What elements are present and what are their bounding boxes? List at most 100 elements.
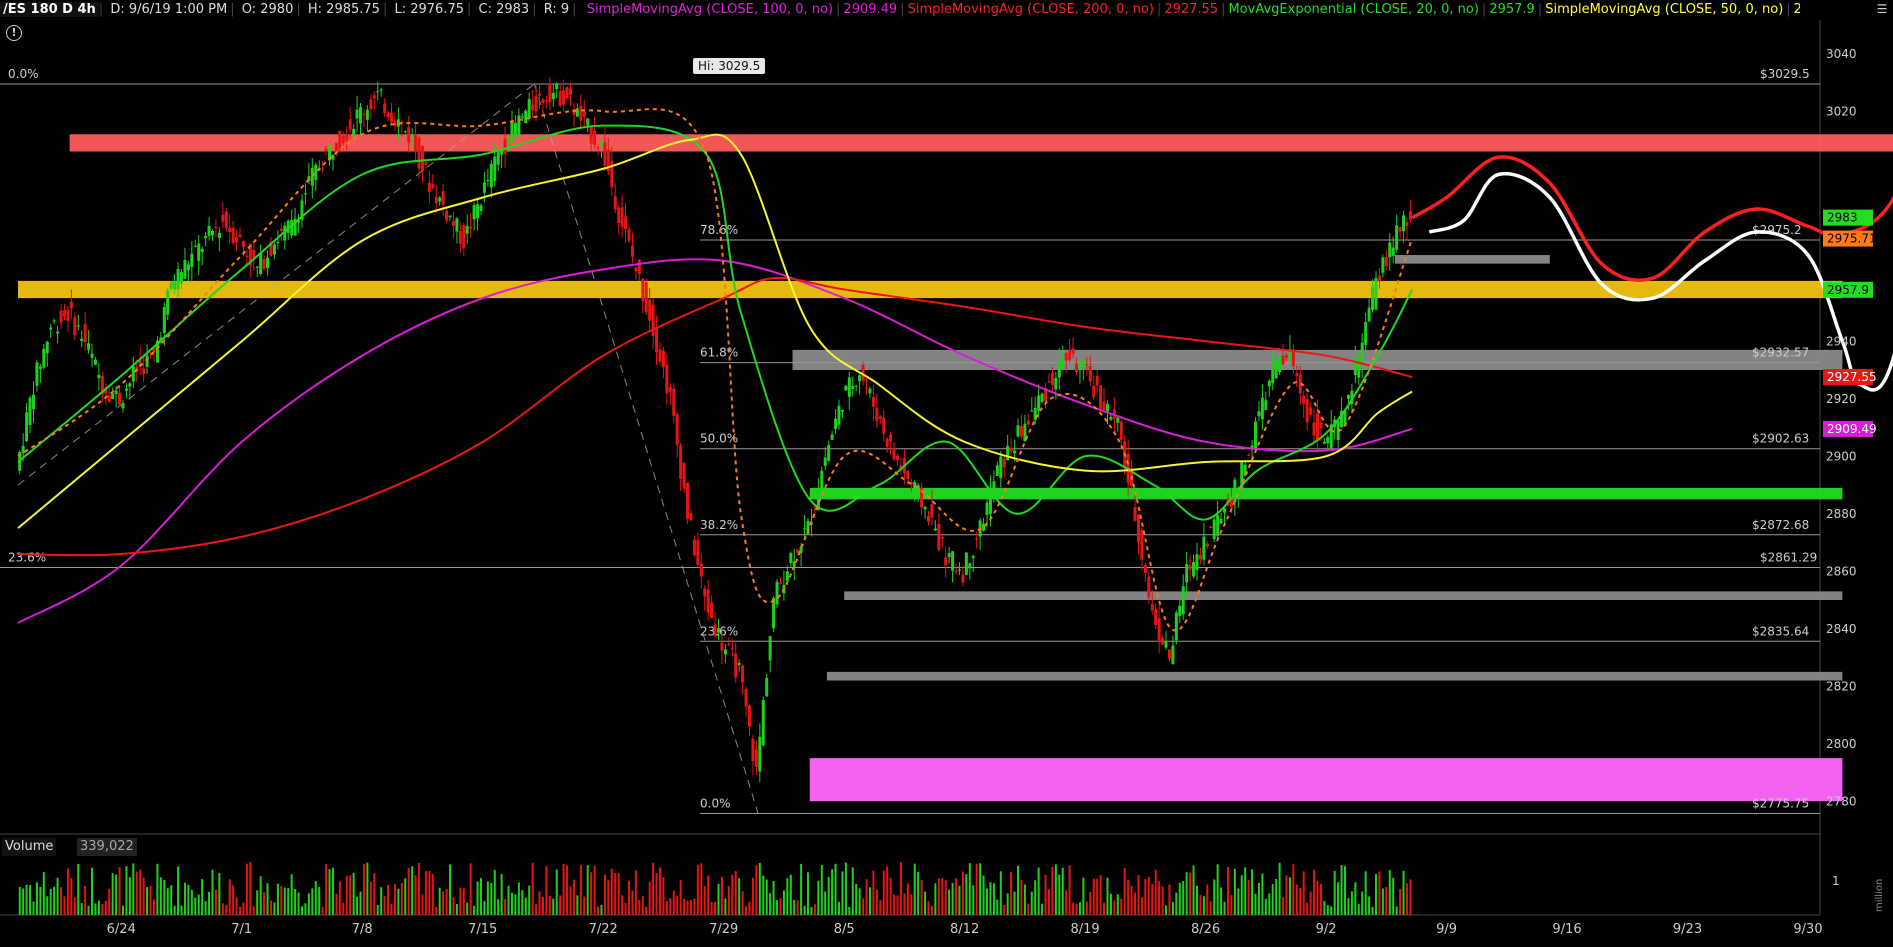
candle-body	[1161, 637, 1165, 645]
volume-bar	[1268, 893, 1271, 915]
volume-bar	[545, 866, 548, 915]
candle-body	[627, 229, 631, 241]
volume-bar	[548, 895, 551, 915]
candle-body	[1081, 359, 1085, 367]
candle-body	[658, 349, 662, 362]
volume-bar	[1175, 892, 1178, 915]
candle-body	[238, 234, 242, 237]
candle-body	[431, 183, 435, 189]
volume-bar	[135, 871, 138, 915]
candle-body	[445, 210, 449, 221]
volume-bar	[1264, 898, 1267, 915]
volume-bar	[166, 888, 169, 915]
candle-body	[190, 253, 194, 267]
candle-body	[1054, 378, 1058, 390]
volume-bar	[727, 885, 730, 915]
volume-bar	[807, 872, 810, 915]
candle-body	[551, 92, 555, 100]
volume-bar	[1240, 875, 1243, 915]
volume-bar	[789, 874, 792, 915]
volume-bar	[658, 867, 661, 915]
volume-bar	[342, 902, 345, 915]
candle-body	[1219, 518, 1223, 524]
candle-body	[66, 309, 70, 321]
candle-body	[376, 91, 380, 93]
volume-bar	[73, 897, 76, 915]
candle-body	[889, 434, 893, 442]
candle-body	[789, 553, 793, 564]
candle-body	[359, 107, 363, 124]
volume-bar	[948, 889, 951, 915]
candle-body	[252, 249, 256, 258]
candle-body	[541, 99, 545, 104]
volume-bar	[283, 887, 286, 915]
volume-bar	[407, 867, 410, 915]
candle-body	[954, 570, 958, 573]
candle-body	[493, 156, 497, 181]
fib-percent-label: 50.0%	[700, 432, 738, 446]
candle-body	[1309, 407, 1313, 415]
price-chart[interactable]: 0.0% $3029.523.6% $2861.2978.6% $2975.261.8…	[0, 0, 1893, 943]
volume-bar	[855, 883, 858, 915]
candle-body	[462, 225, 466, 249]
candle-body	[686, 482, 690, 519]
x-tick-label: 7/1	[231, 922, 252, 937]
volume-bar	[1251, 869, 1254, 915]
candle-body	[1178, 605, 1182, 617]
volume-bar	[483, 901, 486, 915]
volume-bar	[1244, 867, 1247, 915]
volume-bar	[1178, 882, 1181, 915]
volume-bar	[1034, 880, 1037, 915]
high-label: Hi: 3029.5	[693, 58, 766, 74]
volume-bar	[875, 889, 878, 915]
x-tick-label: 7/8	[352, 922, 373, 937]
volume-bar	[714, 902, 717, 915]
price-tag-label: 2927.55	[1827, 370, 1877, 384]
volume-bar	[889, 878, 892, 915]
candle-body	[940, 537, 944, 539]
volume-bar	[177, 866, 180, 915]
volume-bar	[1120, 898, 1123, 915]
volume-bar	[252, 906, 255, 915]
volume-bar	[1247, 879, 1250, 915]
volume-bar	[356, 896, 359, 915]
volume-bar	[1313, 869, 1316, 915]
study-name[interactable]: SimpleMovingAvg (CLOSE, 50, 0, no)	[1542, 2, 1786, 17]
volume-bar	[893, 894, 896, 915]
volume-bar	[745, 906, 748, 915]
volume-bar	[762, 875, 765, 915]
candle-body	[107, 394, 111, 402]
volume-bar	[25, 884, 28, 915]
info-icon[interactable]: !	[6, 25, 22, 41]
fib-price-label: $2861.29	[1760, 551, 1817, 565]
candle-body	[124, 388, 128, 391]
volume-bar	[531, 862, 534, 915]
symbol-label[interactable]: /ES 180 D 4h	[0, 2, 99, 17]
candle-body	[923, 506, 927, 510]
volume-bar	[1368, 896, 1371, 915]
y-tick-label: 2820	[1826, 679, 1857, 693]
candle-body	[458, 230, 462, 244]
volume-bar	[1068, 865, 1071, 915]
volume-bar	[1209, 901, 1212, 915]
study-name[interactable]: SimpleMovingAvg (CLOSE, 200, 0, no)	[905, 2, 1157, 17]
volume-bar	[924, 891, 927, 915]
study-name[interactable]: MovAvgExponential (CLOSE, 20, 0, no)	[1225, 2, 1481, 17]
candle-body	[259, 253, 263, 275]
study-name[interactable]: SimpleMovingAvg (CLOSE, 100, 0, no)	[584, 2, 836, 17]
candle-body	[1388, 242, 1392, 258]
candle-body	[321, 168, 325, 170]
candle-body	[427, 182, 431, 192]
candle-body	[744, 688, 748, 707]
candle-body	[183, 260, 187, 279]
volume-bar	[1233, 868, 1236, 915]
volume-bar	[955, 878, 958, 915]
volume-bar	[1195, 885, 1198, 915]
candle-body	[324, 149, 328, 152]
price-tag-label: 2957.9	[1827, 283, 1869, 297]
settings-icon[interactable]: ☰	[1873, 2, 1891, 20]
candle-body	[1147, 576, 1151, 598]
volume-bar	[1096, 878, 1099, 915]
candle-body	[420, 146, 424, 172]
y-tick-label: 3020	[1826, 104, 1857, 118]
